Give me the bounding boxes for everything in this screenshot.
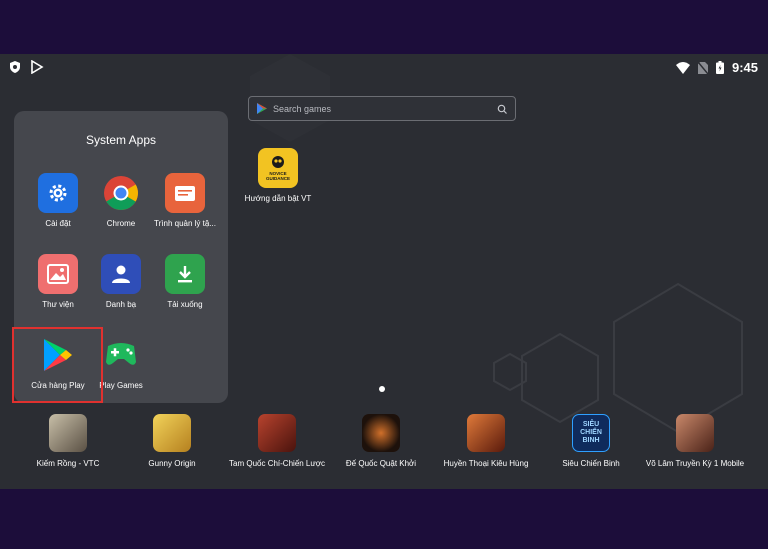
page-indicator — [379, 386, 385, 392]
app-file-manager[interactable]: Trình quản lý tậ... — [149, 173, 221, 228]
app-label: Hướng dẫn bật VT — [244, 194, 312, 203]
search-icon[interactable] — [497, 104, 507, 114]
clock: 9:45 — [731, 60, 758, 75]
app-label: Siêu Chiến Binh — [562, 459, 620, 468]
highlight-box — [12, 327, 103, 403]
play-games-icon — [101, 335, 141, 375]
vo-lam-truyen-ky-icon — [676, 414, 714, 452]
dock-app-huyen-thoai-kieu-hung[interactable]: Huyền Thoại Kiêu Hùng — [431, 414, 541, 469]
tam-quoc-chi-icon — [258, 414, 296, 452]
play-store-icon — [257, 103, 267, 114]
wifi-icon — [675, 61, 690, 74]
badge-text-3: BINH — [582, 437, 600, 444]
app-label: Cài đặt — [45, 219, 71, 228]
app-downloads[interactable]: Tải xuống — [149, 254, 221, 309]
app-label: Huyền Thoại Kiêu Hùng — [443, 459, 529, 468]
folder-title: System Apps — [85, 133, 157, 147]
chrome-icon — [101, 173, 141, 213]
play-outline-icon — [31, 60, 44, 74]
search-bar[interactable]: Search games — [248, 96, 516, 121]
app-label: Tải xuống — [167, 300, 203, 309]
emulator-screen: 9:45 Search games NOVICE GUIDANCE Hướng … — [0, 54, 768, 489]
app-novice-guidance[interactable]: NOVICE GUIDANCE Hướng dẫn bật VT — [241, 148, 315, 203]
gear-icon — [38, 173, 78, 213]
gallery-icon — [38, 254, 78, 294]
app-label: Tam Quốc Chí-Chiến Lược — [229, 459, 325, 468]
badge-text-2: CHIẾN — [580, 429, 602, 436]
novice-guidance-icon: NOVICE GUIDANCE — [258, 148, 298, 188]
dock-app-gunny-origin[interactable]: Gunny Origin — [117, 414, 227, 469]
app-label: Gunny Origin — [148, 459, 196, 468]
file-manager-icon — [165, 173, 205, 213]
battery-icon — [715, 61, 724, 74]
huyen-thoai-kieu-hung-icon — [467, 414, 505, 452]
app-contacts[interactable]: Danh bạ — [85, 254, 157, 309]
badge-text-2: GUIDANCE — [265, 176, 290, 181]
status-bar-right: 9:45 — [675, 60, 758, 75]
app-label: Danh bạ — [105, 300, 137, 309]
app-label: Võ Lâm Truyền Kỳ 1 Mobile — [645, 459, 745, 468]
dock-app-vo-lam-truyen-ky[interactable]: Võ Lâm Truyền Kỳ 1 Mobile — [640, 414, 750, 469]
no-sim-icon — [697, 61, 708, 74]
contacts-icon — [101, 254, 141, 294]
dock-app-tam-quoc-chi[interactable]: Tam Quốc Chí-Chiến Lược — [222, 414, 332, 469]
sieu-chien-binh-icon: SIÊU CHIẾN BINH — [572, 414, 610, 452]
app-label: Chrome — [106, 219, 136, 228]
app-chrome[interactable]: Chrome — [85, 173, 157, 228]
dock-app-sieu-chien-binh[interactable]: SIÊU CHIẾN BINH Siêu Chiến Binh — [536, 414, 646, 469]
app-label: Trình quản lý tậ... — [154, 219, 216, 228]
dock-app-kiem-rong[interactable]: Kiếm Rồng - VTC — [13, 414, 123, 469]
shield-icon — [10, 61, 20, 73]
app-gallery[interactable]: Thư viện — [22, 254, 94, 309]
de-quoc-quat-khoi-icon — [362, 414, 400, 452]
gunny-origin-icon — [153, 414, 191, 452]
status-bar-left — [8, 60, 44, 74]
app-settings[interactable]: Cài đặt — [22, 173, 94, 228]
app-label: Kiếm Rồng - VTC — [36, 459, 100, 468]
app-label: Đế Quốc Quật Khởi — [345, 459, 417, 468]
dock-app-de-quoc-quat-khoi[interactable]: Đế Quốc Quật Khởi — [326, 414, 436, 469]
search-placeholder: Search games — [273, 103, 332, 114]
app-label: Thư viện — [42, 300, 74, 309]
kiem-rong-icon — [49, 414, 87, 452]
download-icon — [165, 254, 205, 294]
badge-text-1: SIÊU — [582, 421, 600, 428]
